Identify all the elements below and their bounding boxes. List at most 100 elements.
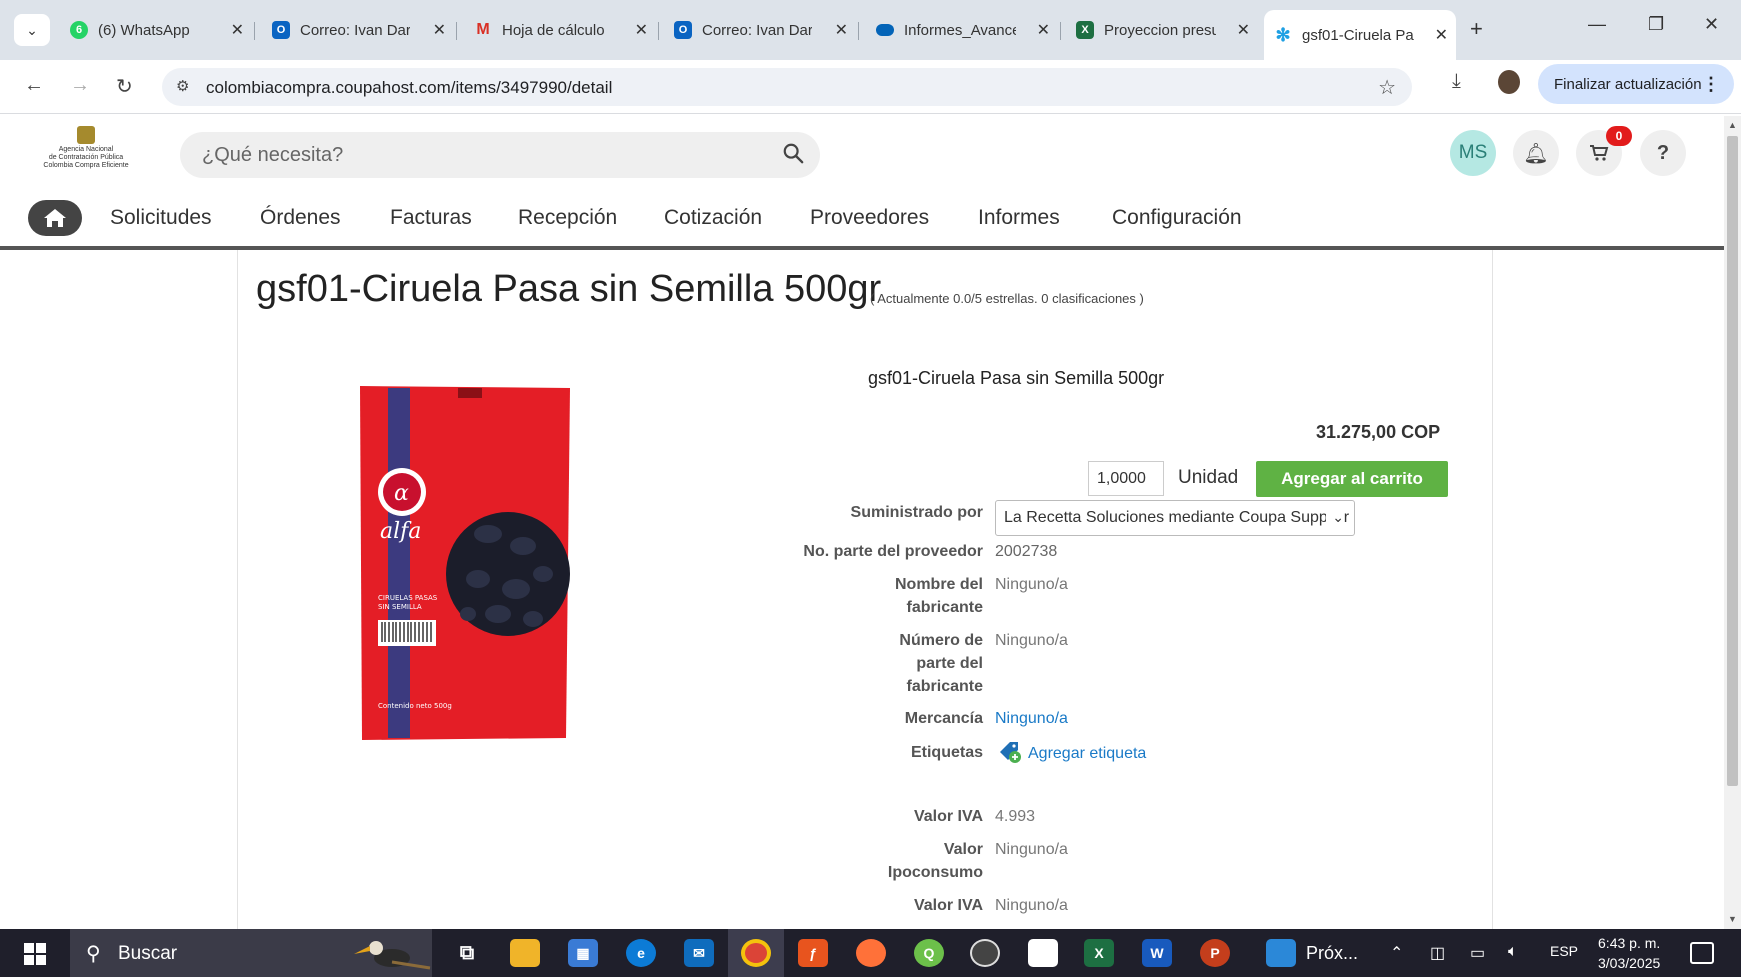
close-icon[interactable]: ✕	[1435, 25, 1448, 45]
edge-icon[interactable]: e	[626, 939, 656, 967]
scrollbar-thumb[interactable]	[1727, 136, 1738, 786]
download-icon[interactable]: ⤓	[1452, 70, 1461, 93]
nav-recepcion[interactable]: Recepción	[518, 206, 617, 230]
nav-facturas[interactable]: Facturas	[390, 206, 472, 230]
volume-muted-icon[interactable]: 🔈︎	[1508, 943, 1518, 961]
close-icon[interactable]: ✕	[1237, 20, 1250, 40]
outlook-icon: O	[674, 21, 692, 39]
scroll-down-icon[interactable]: ▼	[1728, 914, 1737, 924]
product-label-text: CIRUELAS PASAS	[378, 594, 438, 602]
battery-icon[interactable]: ▭	[1470, 943, 1485, 963]
restore-icon[interactable]: ❐	[1648, 14, 1664, 35]
windows-start-icon[interactable]	[24, 943, 46, 965]
nav-configuracion[interactable]: Configuración	[1112, 206, 1242, 230]
qgis-icon[interactable]: Q	[914, 939, 944, 967]
tab-whatsapp[interactable]: 6 (6) WhatsApp ✕	[60, 12, 252, 48]
close-icon[interactable]: ✕	[433, 20, 446, 40]
page-title: gsf01-Ciruela Pasa sin Semilla 500gr	[256, 268, 882, 310]
add-to-cart-button[interactable]: Agregar al carrito	[1256, 461, 1448, 497]
new-tab-button[interactable]: +	[1470, 16, 1483, 42]
task-view-icon[interactable]: ⧉	[452, 939, 482, 967]
mail-icon[interactable]: ✉	[684, 939, 714, 967]
clock-time: 6:43 p. m.	[1598, 935, 1661, 951]
product-image[interactable]: α alfa CIRUELAS PASAS SIN SEMILLA Conten…	[358, 384, 572, 742]
tab-search-button[interactable]: ⌄	[14, 14, 50, 46]
close-icon[interactable]: ✕	[231, 20, 244, 40]
update-button[interactable]: Finalizar actualización ⋮	[1538, 64, 1734, 104]
minimize-icon[interactable]: —	[1588, 14, 1606, 35]
tab-hoja-calculo[interactable]: M Hoja de cálculo ✕	[464, 12, 656, 48]
add-tag-icon[interactable]	[998, 740, 1022, 764]
chevron-down-icon: ⌄	[1326, 509, 1344, 526]
tab-label: Correo: Ivan Darío	[300, 21, 410, 39]
tab-separator	[1060, 22, 1061, 40]
microsoft-store-icon[interactable]: ▦	[568, 939, 598, 967]
profile-avatar-icon[interactable]	[1498, 70, 1520, 94]
powerpoint-icon[interactable]: P	[1200, 939, 1230, 967]
tab-label: Proyeccion presupuesto	[1104, 21, 1216, 39]
word-icon[interactable]: W	[1142, 939, 1172, 967]
pdf-reader-icon[interactable]: ƒ	[798, 939, 828, 967]
commodity-label: Mercancía	[904, 710, 983, 727]
meet-now-icon[interactable]: ◫	[1430, 943, 1445, 963]
home-button[interactable]	[28, 200, 82, 236]
add-tag-link[interactable]: Agregar etiqueta	[1028, 742, 1146, 765]
nav-solicitudes[interactable]: Solicitudes	[110, 206, 212, 230]
search-icon[interactable]	[782, 142, 804, 164]
firefox-icon[interactable]	[856, 939, 886, 967]
bookmark-star-icon[interactable]: ☆	[1378, 75, 1396, 100]
tab-correo-2[interactable]: O Correo: Ivan Darío ✕	[664, 12, 856, 48]
close-icon[interactable]: ✕	[635, 20, 648, 40]
close-icon[interactable]: ✕	[835, 20, 848, 40]
page-scrollbar[interactable]: ▲ ▼	[1724, 116, 1741, 929]
nav-cotizacion[interactable]: Cotización	[664, 206, 762, 230]
iva-value: 4.993	[995, 808, 1036, 825]
mfr-part-value: Ninguno/a	[995, 632, 1068, 649]
notifications-icon[interactable]	[1690, 942, 1714, 964]
file-explorer-icon[interactable]	[510, 939, 540, 967]
tab-separator	[456, 22, 457, 40]
language-indicator[interactable]: ESP	[1550, 943, 1578, 959]
tab-proyeccion[interactable]: X Proyeccion presupuesto ✕	[1066, 12, 1258, 48]
tab-label: gsf01-Ciruela Pasa	[1302, 26, 1414, 44]
supplier-select[interactable]: La Recetta Soluciones mediante Coupa Sup…	[995, 500, 1355, 536]
tab-informes[interactable]: Informes_Avance ✕	[866, 12, 1058, 48]
document-icon[interactable]	[1028, 939, 1058, 967]
close-window-icon[interactable]: ✕	[1704, 14, 1719, 35]
scroll-up-icon[interactable]: ▲	[1728, 120, 1737, 130]
pinned-doc-icon[interactable]	[1266, 939, 1296, 967]
product-label-text: SIN SEMILLA	[378, 603, 422, 611]
url-box[interactable]: ⚙ colombiacompra.coupahost.com/items/349…	[162, 68, 1412, 106]
quantity-input[interactable]: 1,0000	[1088, 461, 1164, 496]
unit-label: Unidad	[1178, 467, 1239, 488]
system-clock[interactable]: 6:43 p. m. 3/03/2025	[1598, 933, 1660, 973]
close-icon[interactable]: ✕	[1037, 20, 1050, 40]
help-button[interactable]: ?	[1640, 130, 1686, 176]
coupa-icon: ✻	[1275, 24, 1291, 45]
reload-icon[interactable]: ↻	[116, 74, 133, 99]
user-avatar[interactable]: MS	[1450, 130, 1496, 176]
mfr-part-label-line: Número de	[899, 632, 983, 649]
gmail-icon: M	[476, 21, 490, 38]
nav-proveedores[interactable]: Proveedores	[810, 206, 929, 230]
url-text[interactable]: colombiacompra.coupahost.com/items/34979…	[206, 78, 612, 98]
tab-ciruela-active[interactable]: ✻ gsf01-Ciruela Pasa ✕	[1264, 10, 1456, 60]
site-settings-icon[interactable]: ⚙	[176, 77, 189, 95]
excel-icon[interactable]: X	[1084, 939, 1114, 967]
search-input[interactable]: ¿Qué necesita?	[180, 132, 820, 178]
forward-icon[interactable]: →	[70, 74, 90, 97]
tray-chevron-icon[interactable]: ⌃	[1390, 943, 1403, 963]
agency-logo[interactable]: Agencia Nacional de Contratación Pública…	[28, 126, 144, 176]
notifications-bell-icon[interactable]: 🔔︎	[1513, 130, 1559, 176]
tab-correo-1[interactable]: O Correo: Ivan Darío ✕	[262, 12, 454, 48]
cart-count-badge: 0	[1606, 126, 1632, 146]
globe-app-icon[interactable]	[970, 939, 1000, 967]
commodity-link[interactable]: Ninguno/a	[995, 707, 1068, 730]
kebab-menu-icon[interactable]: ⋮	[1702, 74, 1720, 95]
nav-informes[interactable]: Informes	[978, 206, 1060, 230]
pinned-app-label[interactable]: Próx...	[1306, 943, 1358, 964]
chrome-icon[interactable]	[741, 939, 771, 967]
nav-ordenes[interactable]: Órdenes	[260, 206, 341, 230]
windows-taskbar: ⚲ Buscar ⧉ ▦ e ✉ ƒ Q X W P Próx... ⌃ ◫ ▭…	[0, 929, 1741, 977]
back-icon[interactable]: ←	[24, 74, 44, 97]
